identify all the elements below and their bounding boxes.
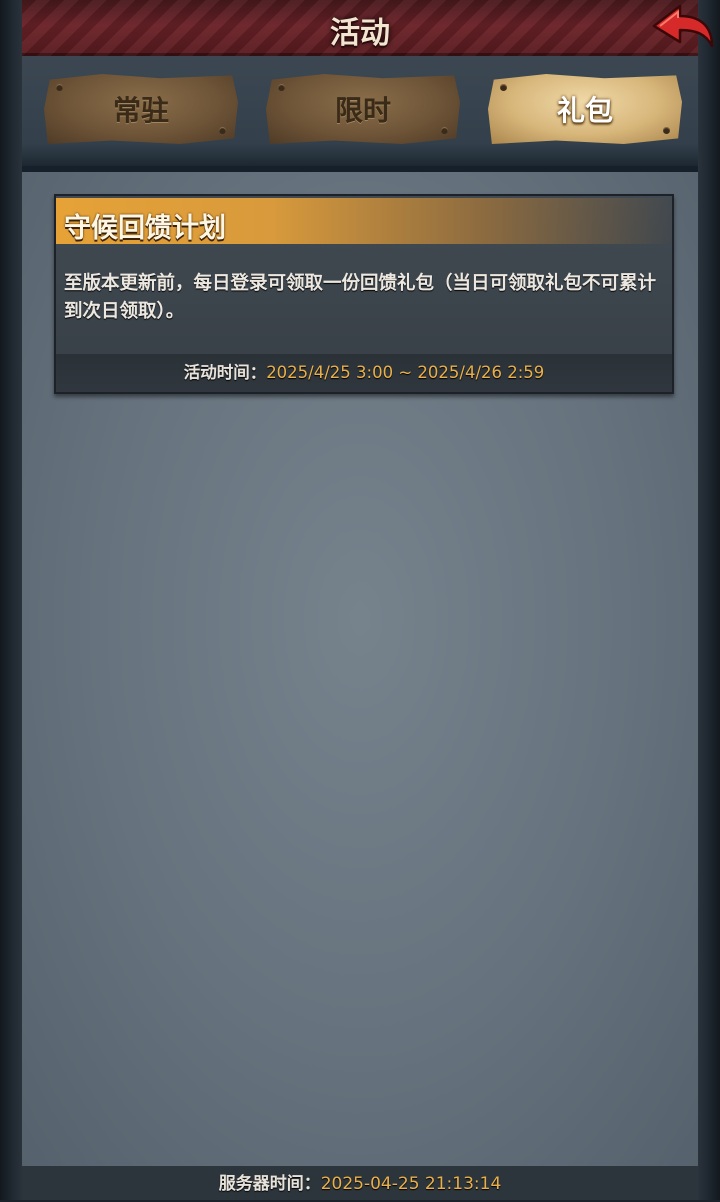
tab-pin <box>663 127 670 134</box>
activity-time-value: 2025/4/25 3:00 ~ 2025/4/26 2:59 <box>266 363 545 382</box>
server-time-bar: 服务器时间：2025-04-25 21:13:14 <box>22 1166 698 1200</box>
tab-pin <box>278 84 285 91</box>
activity-card[interactable]: 守候回馈计划 至版本更新前，每日登录可领取一份回馈礼包（当日可领取礼包不可累计到… <box>54 194 674 394</box>
activity-time-bar: 活动时间：2025/4/25 3:00 ~ 2025/4/26 2:59 <box>56 354 672 392</box>
tab-gift-pack[interactable]: 礼包 <box>488 74 682 144</box>
activity-title-bar: 守候回馈计划 <box>56 198 672 244</box>
tab-pin <box>219 127 226 134</box>
back-arrow-icon <box>652 4 714 48</box>
tab-label: 限时 <box>334 94 391 127</box>
tab-label: 礼包 <box>556 94 613 127</box>
server-time-value: 2025-04-25 21:13:14 <box>320 1174 502 1194</box>
tab-pin <box>441 127 448 134</box>
tab-pin <box>500 84 507 91</box>
activity-time-label: 活动时间： <box>183 363 267 382</box>
tab-permanent[interactable]: 常驻 <box>44 74 238 144</box>
activity-title: 守候回馈计划 <box>64 213 226 244</box>
tab-limited[interactable]: 限时 <box>266 74 460 144</box>
tab-label: 常驻 <box>112 94 169 127</box>
tab-bar: 常驻 限时 礼包 <box>22 56 698 172</box>
header-bar: 活动 <box>22 0 714 58</box>
tab-pin <box>56 84 63 91</box>
server-time-label: 服务器时间： <box>218 1174 321 1194</box>
page-title: 活动 <box>330 16 390 51</box>
activity-description: 至版本更新前，每日登录可领取一份回馈礼包（当日可领取礼包不可累计到次日领取）。 <box>64 273 657 322</box>
back-button[interactable] <box>646 2 716 54</box>
